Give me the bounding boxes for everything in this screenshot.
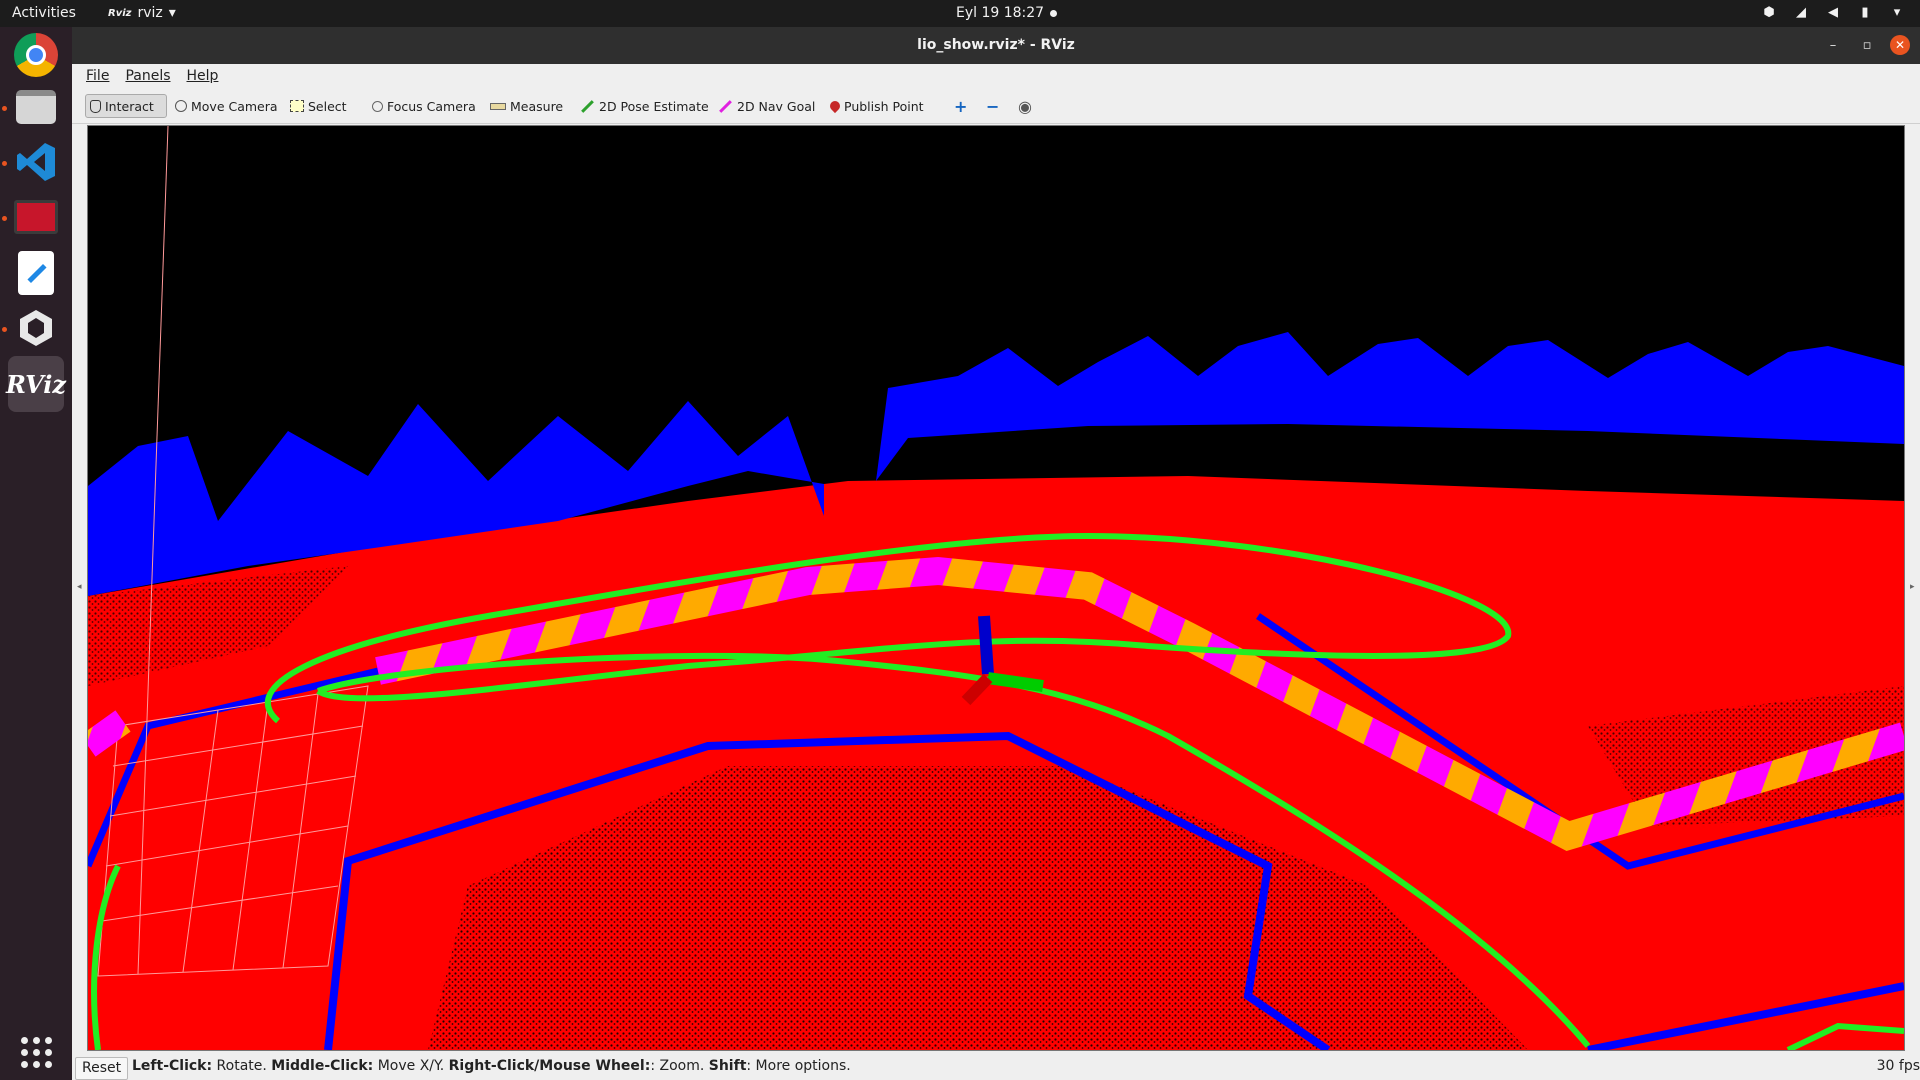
- move-camera-icon: [175, 100, 187, 112]
- running-indicator: [2, 216, 7, 221]
- top-bar: Activities Rviz rviz ▾ Eyl 19 18:27 ⬢ ◢ …: [0, 0, 1920, 27]
- apps-grid-icon: [20, 1036, 52, 1068]
- close-button[interactable]: ✕: [1890, 35, 1910, 55]
- pose-arrow-icon: [581, 99, 594, 113]
- text-editor-icon: [18, 251, 54, 295]
- select-tool-button[interactable]: Select: [286, 94, 351, 118]
- terminal-icon: [14, 200, 58, 234]
- nav-goal-arrow-icon: [719, 99, 732, 113]
- running-indicator: [2, 106, 7, 111]
- dock-item-files[interactable]: [8, 79, 64, 135]
- ruler-icon: [490, 102, 506, 110]
- system-tray[interactable]: ⬢ ◢ ◀ ▮ ▾: [1760, 4, 1906, 22]
- wall-point-cloud: [876, 332, 1904, 481]
- point-cloud-scene[interactable]: [88, 126, 1904, 1050]
- battery-icon[interactable]: ▮: [1856, 4, 1874, 22]
- show-applications-button[interactable]: [8, 1024, 64, 1080]
- eye-icon: ◉: [1018, 96, 1032, 116]
- wifi-icon[interactable]: ◢: [1792, 4, 1810, 22]
- map-pin-icon: [827, 98, 843, 114]
- fps-counter: 30 fps: [1876, 1058, 1920, 1074]
- running-indicator: [2, 327, 7, 332]
- unity-icon: [20, 310, 52, 346]
- rviz-icon: RViz: [5, 369, 67, 399]
- notification-dot-icon: [1050, 10, 1057, 17]
- move-camera-tool-button[interactable]: Move Camera: [171, 94, 282, 118]
- status-bar: Reset Left-Click: Rotate. Middle-Click: …: [72, 1054, 1920, 1080]
- chevron-down-icon: ▾: [168, 5, 176, 21]
- vscode-icon: [17, 143, 55, 181]
- rviz-window: lio_show.rviz* - RViz – ▫ ✕ File Panels …: [72, 27, 1920, 1080]
- minus-icon: −: [986, 96, 1000, 116]
- minimize-button[interactable]: –: [1824, 37, 1842, 55]
- unity-tray-icon[interactable]: ⬢: [1760, 4, 1778, 22]
- dock-item-terminal[interactable]: [8, 189, 64, 245]
- window-title: lio_show.rviz* - RViz: [917, 37, 1075, 53]
- publish-point-tool-button[interactable]: Publish Point: [826, 94, 928, 118]
- tools-toolbar: Interact Move Camera Select Focus Camera…: [72, 88, 1920, 124]
- plus-icon: +: [954, 96, 968, 116]
- dock-item-chrome[interactable]: [8, 27, 64, 83]
- y-axis: [987, 672, 1044, 692]
- menu-panels[interactable]: Panels: [119, 64, 176, 88]
- app-menu-label: rviz: [137, 5, 163, 21]
- focus-camera-icon: [372, 100, 383, 112]
- volume-icon[interactable]: ◀: [1824, 4, 1842, 22]
- 2d-pose-estimate-tool-button[interactable]: 2D Pose Estimate: [576, 94, 713, 118]
- window-titlebar[interactable]: lio_show.rviz* - RViz – ▫ ✕: [72, 27, 1920, 64]
- maximize-button[interactable]: ▫: [1858, 37, 1876, 55]
- hand-icon: [90, 99, 101, 113]
- dock-item-rviz[interactable]: RViz: [5, 356, 67, 412]
- menu-file[interactable]: File: [80, 64, 115, 88]
- tool-properties-button[interactable]: ◉: [1014, 94, 1036, 118]
- add-tool-button[interactable]: +: [950, 94, 971, 118]
- view-controls-hint: Left-Click: Rotate. Middle-Click: Move X…: [132, 1058, 851, 1074]
- power-menu-icon[interactable]: ▾: [1888, 4, 1906, 22]
- activities-button[interactable]: Activities: [12, 5, 76, 21]
- app-menu[interactable]: Rviz rviz ▾: [108, 5, 176, 21]
- measure-tool-button[interactable]: Measure: [486, 94, 567, 118]
- menu-help[interactable]: Help: [181, 64, 225, 88]
- rviz-app-logo: Rviz: [108, 7, 132, 19]
- 3d-render-viewport[interactable]: [87, 125, 1905, 1051]
- reset-button[interactable]: Reset: [75, 1057, 129, 1080]
- remove-tool-button[interactable]: −: [982, 94, 1003, 118]
- files-icon: [16, 90, 56, 124]
- focus-camera-tool-button[interactable]: Focus Camera: [368, 94, 480, 118]
- right-dock-collapse-icon[interactable]: ▸: [1910, 582, 1916, 592]
- gap-shadow: [824, 446, 876, 460]
- chrome-icon: [14, 33, 58, 77]
- z-axis: [978, 615, 994, 675]
- menu-bar: File Panels Help: [72, 64, 1920, 88]
- select-icon: [290, 100, 304, 112]
- 2d-nav-goal-tool-button[interactable]: 2D Nav Goal: [714, 94, 819, 118]
- running-indicator: [2, 161, 7, 166]
- dock-item-vscode[interactable]: [8, 134, 64, 190]
- dock: RViz: [0, 27, 72, 1080]
- left-dock-collapse-icon[interactable]: ◂: [77, 582, 83, 592]
- clock[interactable]: Eyl 19 18:27: [956, 5, 1044, 21]
- dock-item-text-editor[interactable]: [8, 245, 64, 301]
- interact-tool-button[interactable]: Interact: [85, 94, 167, 118]
- dock-item-unity[interactable]: [8, 300, 64, 356]
